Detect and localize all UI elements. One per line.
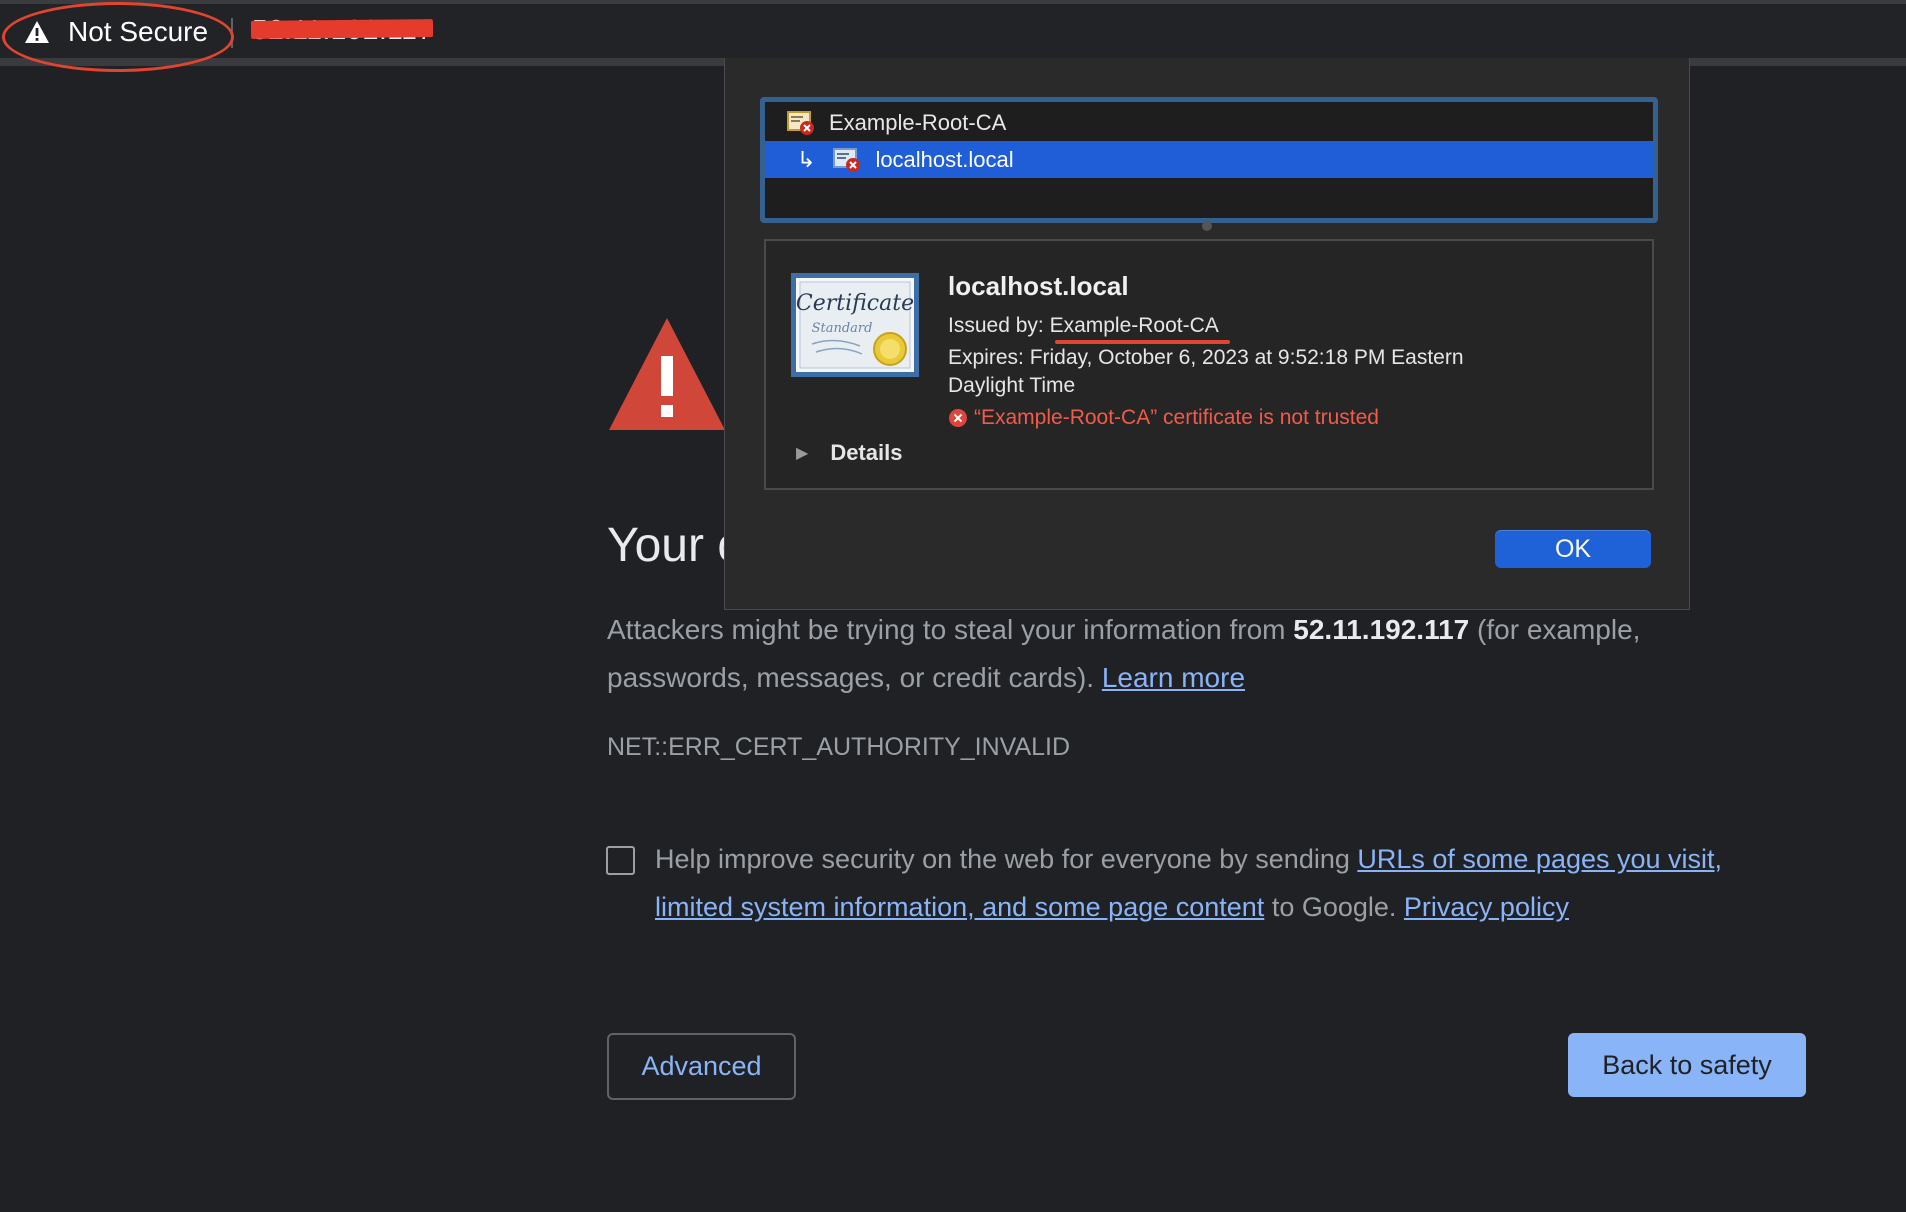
screen: Not Secure 52.11.192.117 Your c Attacker… <box>0 0 1906 1212</box>
issuer-name: Example-Root-CA <box>1049 314 1219 337</box>
explanation-host: 52.11.192.117 <box>1293 614 1470 645</box>
tree-item-leaf-cert[interactable]: ↳ localhost.local <box>765 141 1653 178</box>
details-disclosure[interactable]: ▶ Details <box>796 440 902 466</box>
splitter-handle[interactable] <box>1202 221 1212 231</box>
page-title: Your c <box>607 519 742 572</box>
svg-text:Standard: Standard <box>812 321 873 336</box>
certificate-title: localhost.local <box>948 271 1129 301</box>
certificate-error-icon <box>787 110 814 135</box>
certificate-chain-tree: Example-Root-CA ↳ localhost.local <box>760 97 1658 223</box>
issued-by-label: Issued by: <box>948 314 1050 337</box>
optin-checkbox[interactable] <box>606 846 635 875</box>
error-code: NET::ERR_CERT_AUTHORITY_INVALID <box>607 733 1071 761</box>
explanation-prefix: Attackers might be trying to steal your … <box>607 614 1294 645</box>
toolbar-top-edge <box>0 0 1906 4</box>
certificate-details-panel: Certificate Standard localhost.local Iss… <box>764 239 1654 490</box>
optin-middle: to Google. <box>1264 892 1404 922</box>
optin-prefix: Help improve security on the web for eve… <box>655 844 1358 874</box>
trust-status: “Example-Root-CA” certificate is not tru… <box>948 406 1379 430</box>
danger-warning-icon <box>609 318 725 430</box>
svg-text:Certificate: Certificate <box>796 291 914 316</box>
annotation-underline <box>1055 340 1230 344</box>
url-redaction-mark <box>250 19 434 39</box>
error-x-icon <box>949 409 967 427</box>
expiry-line: Expires: Friday, October 6, 2023 at 9:52… <box>948 346 1464 369</box>
tree-item-label: Example-Root-CA <box>829 109 1007 135</box>
learn-more-link[interactable]: Learn more <box>1102 662 1245 693</box>
disclosure-triangle-icon: ▶ <box>796 445 809 462</box>
certificate-dialog: Example-Root-CA ↳ localhost.local Certif… <box>724 58 1690 610</box>
advanced-button[interactable]: Advanced <box>607 1033 796 1100</box>
certificate-error-icon <box>833 147 861 172</box>
back-to-safety-button[interactable]: Back to safety <box>1568 1033 1806 1097</box>
details-label: Details <box>830 440 903 465</box>
issued-by-line: Issued by: Example-Root-CA <box>948 314 1219 338</box>
child-arrow-icon: ↳ <box>797 146 816 172</box>
privacy-policy-link[interactable]: Privacy policy <box>1404 892 1569 922</box>
tree-item-label: localhost.local <box>875 146 1014 172</box>
tree-item-root-ca[interactable]: Example-Root-CA <box>765 104 1653 141</box>
expiry-line-continued: Daylight Time <box>948 374 1076 397</box>
annotation-circle <box>2 2 234 72</box>
certificate-icon: Certificate Standard <box>791 273 919 377</box>
page-explanation: Attackers might be trying to steal your … <box>607 606 1777 702</box>
ok-button[interactable]: OK <box>1495 530 1651 568</box>
browser-toolbar: Not Secure 52.11.192.117 <box>0 0 1906 66</box>
optin-text: Help improve security on the web for eve… <box>655 835 1775 931</box>
trust-status-text: “Example-Root-CA” certificate is not tru… <box>974 406 1379 429</box>
